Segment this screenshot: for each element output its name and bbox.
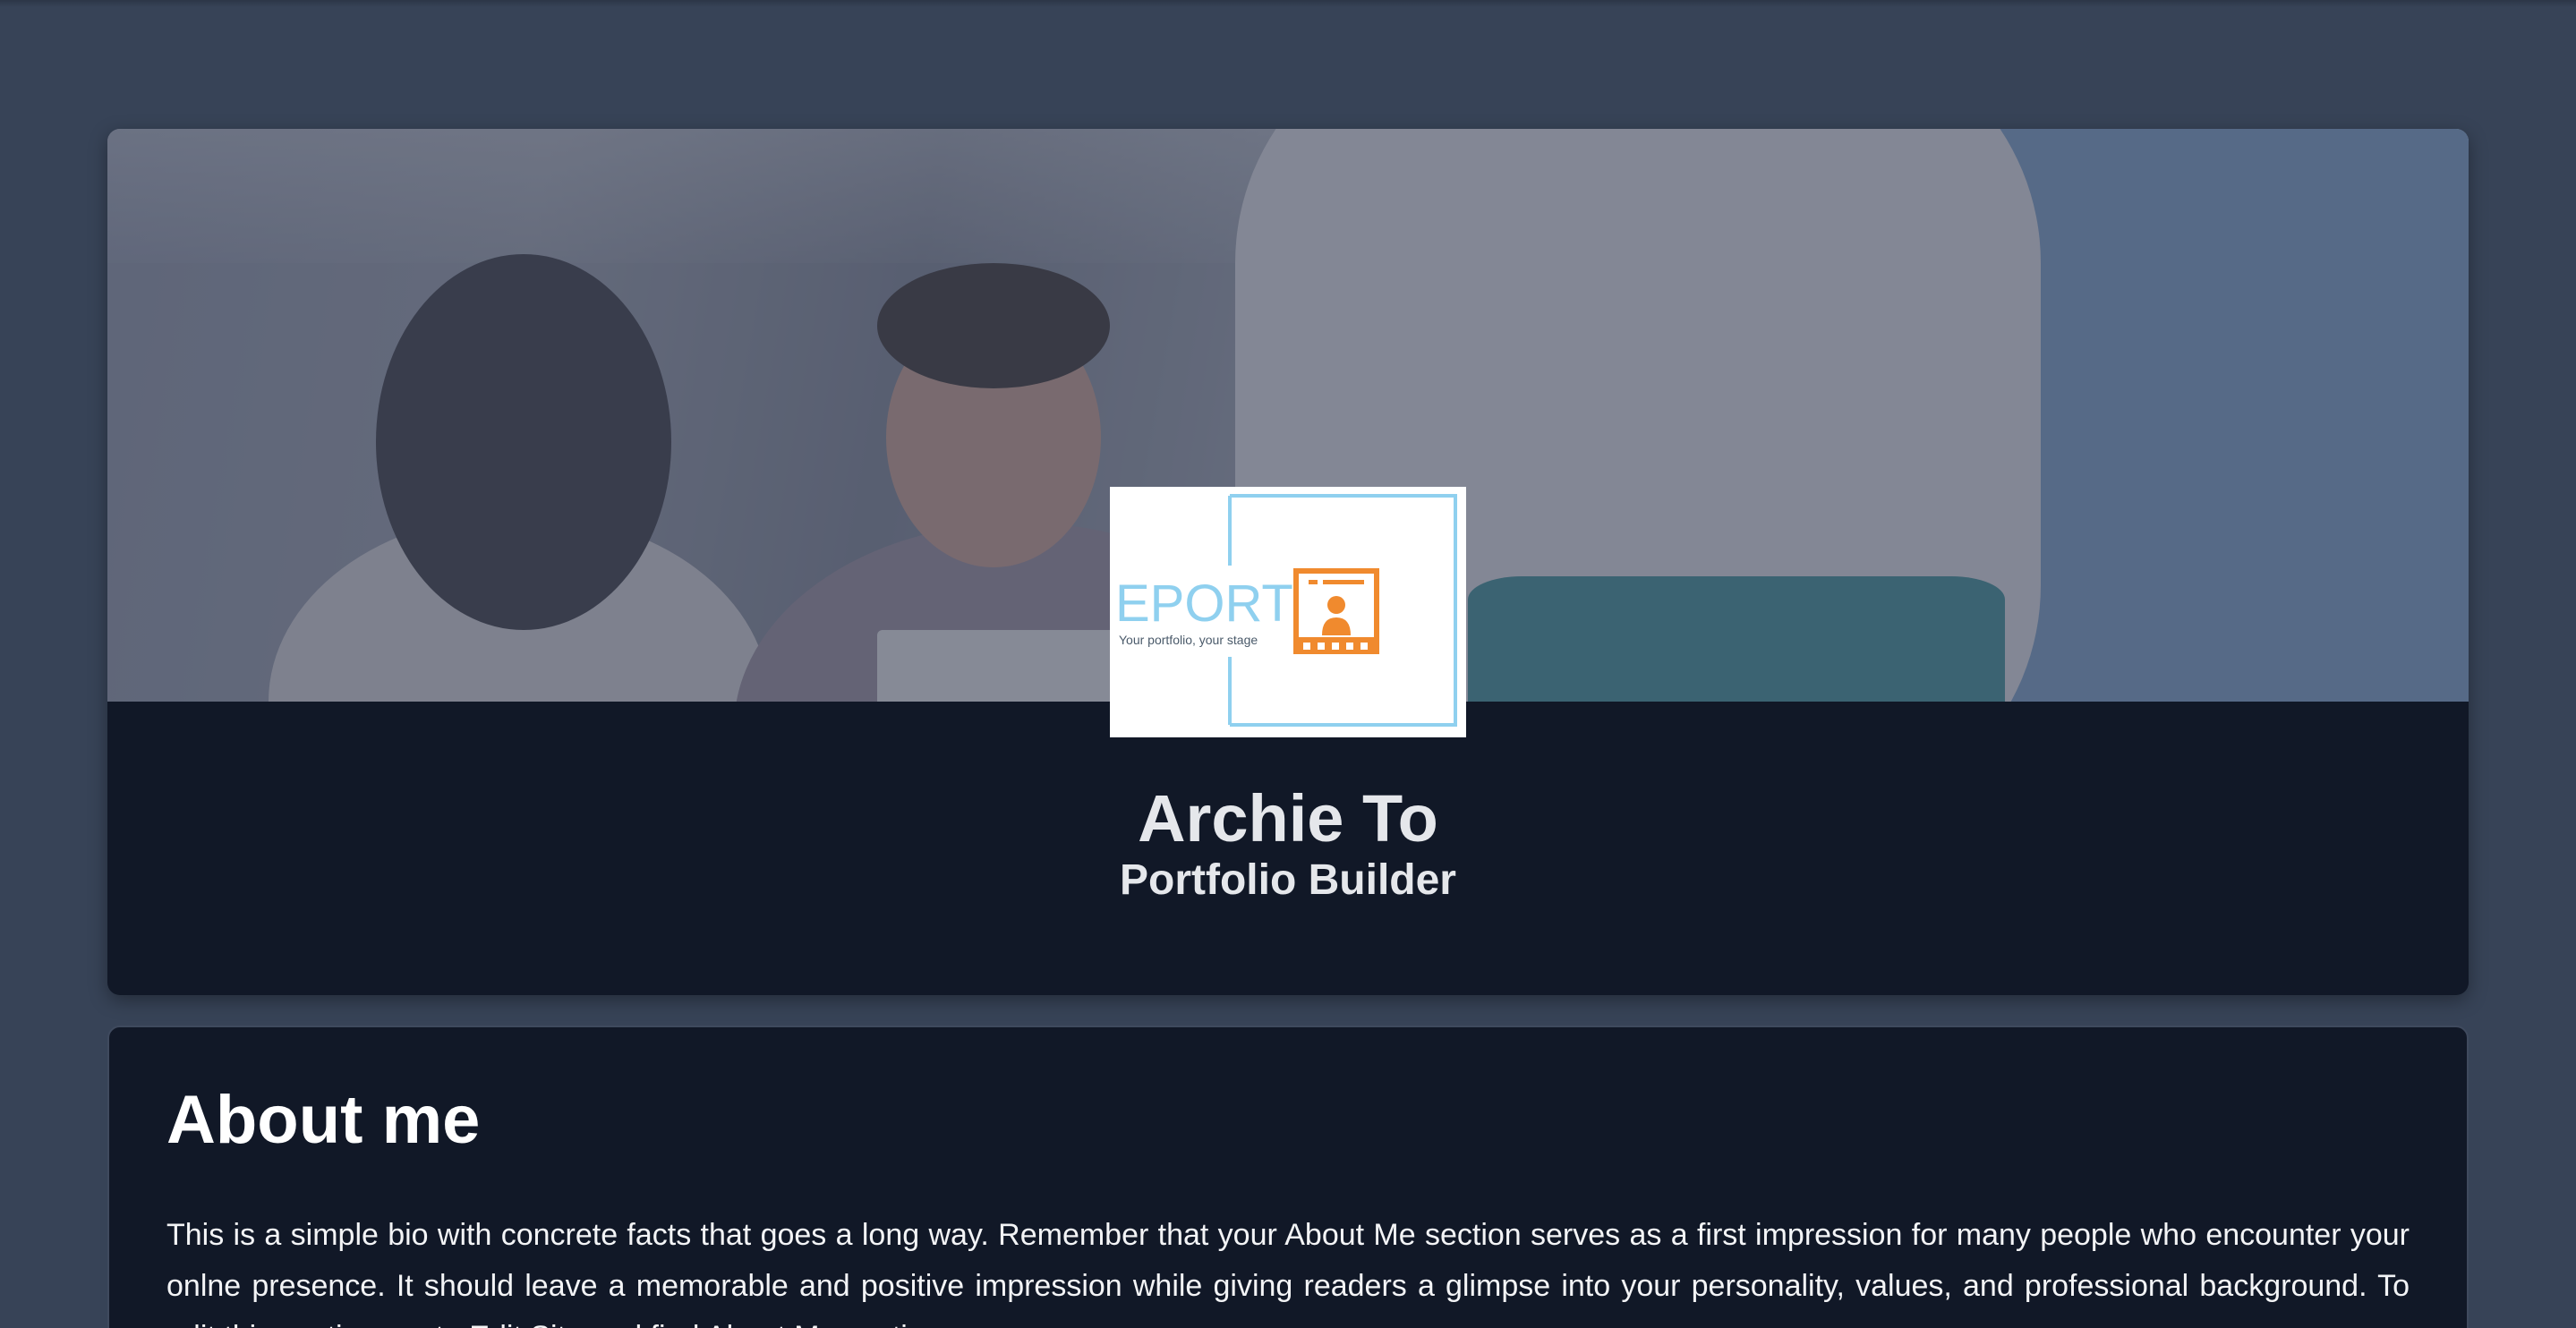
eport-logo: EPORT Your portfolio, your stage bbox=[1110, 487, 1466, 737]
profile-title: Portfolio Builder bbox=[1120, 856, 1456, 904]
profile-card: EPORT Your portfolio, your stage Archie … bbox=[107, 129, 2469, 995]
portfolio-page: EPORT Your portfolio, your stage Archie … bbox=[0, 0, 2576, 1328]
profile-identity: Archie To Portfolio Builder bbox=[107, 702, 2469, 995]
logo-wordmark: EPORT bbox=[1115, 575, 1293, 633]
portfolio-person-icon bbox=[1293, 568, 1379, 654]
eport-logo-graphic: EPORT Your portfolio, your stage bbox=[1115, 494, 1457, 727]
logo-tagline: Your portfolio, your stage bbox=[1119, 633, 1258, 647]
top-shade bbox=[0, 0, 2576, 7]
profile-name: Archie To bbox=[1138, 781, 1438, 856]
about-section: About me This is a simple bio with concr… bbox=[107, 1026, 2469, 1328]
about-body: This is a simple bio with concrete facts… bbox=[166, 1218, 2410, 1328]
about-heading: About me bbox=[166, 1082, 481, 1158]
